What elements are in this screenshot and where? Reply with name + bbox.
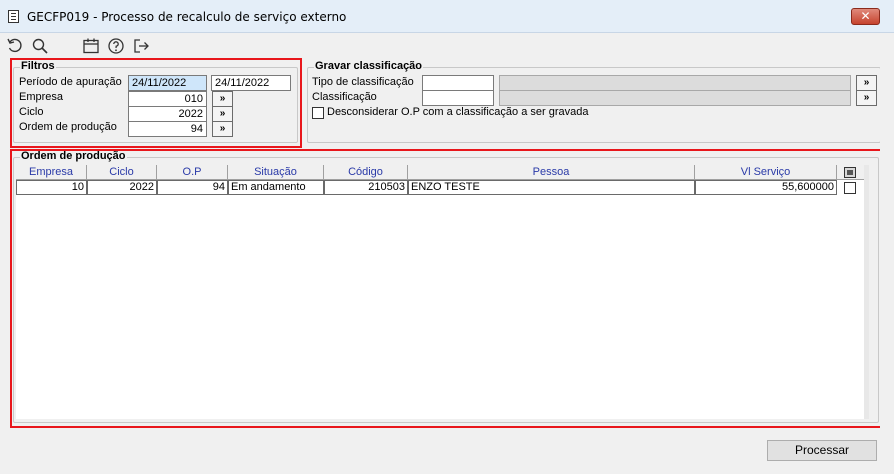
- grid-header: Empresa Ciclo O.P Situação Código Pessoa…: [16, 165, 864, 180]
- ordem-title: Ordem de produção: [20, 150, 127, 162]
- row-select-checkbox[interactable]: [844, 182, 856, 194]
- grid-scrollbar[interactable]: [864, 165, 869, 419]
- tipo-classificacao-desc: [499, 75, 851, 91]
- desconsiderar-checkbox[interactable]: [312, 107, 324, 119]
- title-bar: GECFP019 - Processo de recalculo de serv…: [0, 0, 894, 33]
- classificacao-field[interactable]: [422, 90, 494, 106]
- col-empresa-header[interactable]: Empresa: [16, 165, 87, 180]
- classificacao-label: Classificação: [312, 91, 377, 103]
- ciclo-lookup-button[interactable]: »: [212, 106, 233, 122]
- close-button[interactable]: ✕: [851, 8, 880, 25]
- cell-pessoa: ENZO TESTE: [408, 180, 695, 195]
- classificacao-lookup-button[interactable]: »: [856, 90, 877, 106]
- cell-situacao: Em andamento: [228, 180, 324, 195]
- cell-ciclo: 2022: [87, 180, 157, 195]
- periodo-label: Período de apuração: [19, 76, 122, 88]
- ciclo-label: Ciclo: [19, 106, 44, 118]
- tipo-classificacao-lookup-button[interactable]: »: [856, 75, 877, 91]
- tipo-classificacao-field[interactable]: [422, 75, 494, 91]
- table-row[interactable]: 10 2022 94 Em andamento 210503 ENZO TEST…: [16, 180, 864, 195]
- cell-codigo: 210503: [324, 180, 408, 195]
- filtros-title: Filtros: [20, 60, 56, 72]
- ordem-grid: Empresa Ciclo O.P Situação Código Pessoa…: [16, 165, 864, 419]
- periodo-inicio-field[interactable]: 24/11/2022: [128, 75, 207, 91]
- document-icon: [8, 10, 19, 23]
- col-pessoa-header[interactable]: Pessoa: [408, 165, 695, 180]
- cell-op: 94: [157, 180, 228, 195]
- exit-icon[interactable]: [132, 37, 150, 55]
- col-situacao-header[interactable]: Situação: [228, 165, 324, 180]
- cell-vl-servico: 55,600000: [695, 180, 837, 195]
- periodo-fim-field[interactable]: 24/11/2022: [211, 75, 291, 91]
- col-vl-servico-header[interactable]: Vl Serviço: [695, 165, 837, 180]
- col-op-header[interactable]: O.P: [157, 165, 228, 180]
- empresa-label: Empresa: [19, 91, 64, 103]
- search-icon[interactable]: [31, 37, 49, 55]
- gravar-title: Gravar classificação: [314, 60, 424, 72]
- ordem-field[interactable]: 94: [128, 121, 207, 137]
- window-title: GECFP019 - Processo de recalculo de serv…: [27, 10, 347, 24]
- processar-button[interactable]: Processar: [767, 440, 877, 461]
- empresa-lookup-button[interactable]: »: [212, 91, 233, 107]
- col-codigo-header[interactable]: Código: [324, 165, 408, 180]
- window-right-edge: [880, 33, 894, 474]
- ordem-label: Ordem de produção: [19, 121, 117, 133]
- ciclo-field[interactable]: 2022: [128, 106, 207, 122]
- classificacao-desc: [499, 90, 851, 106]
- cell-empresa: 10: [16, 180, 87, 195]
- undo-icon[interactable]: [6, 37, 24, 55]
- empresa-field[interactable]: 010: [128, 91, 207, 107]
- col-ciclo-header[interactable]: Ciclo: [87, 165, 157, 180]
- tipo-classificacao-label: Tipo de classificação: [312, 76, 414, 88]
- desconsiderar-label: Desconsiderar O.P com a classificação a …: [327, 106, 589, 118]
- help-icon[interactable]: [107, 37, 125, 55]
- ordem-lookup-button[interactable]: »: [212, 121, 233, 137]
- calendar-icon[interactable]: [82, 37, 100, 55]
- select-all-checkbox[interactable]: [844, 167, 856, 178]
